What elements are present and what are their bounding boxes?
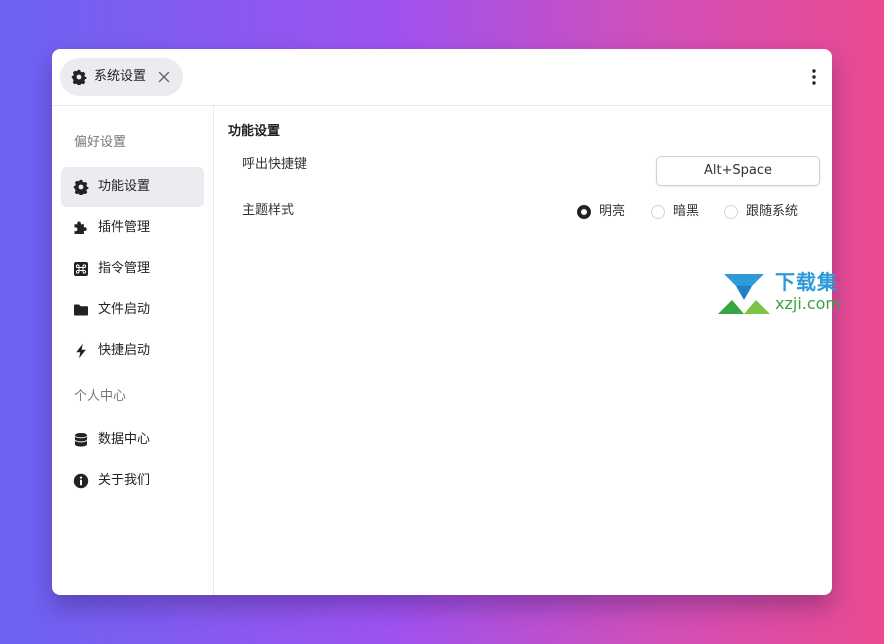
theme-radio-dark[interactable]: 暗黑 bbox=[651, 203, 703, 221]
gear-icon bbox=[73, 179, 89, 195]
lightning-icon bbox=[76, 343, 86, 359]
download-arrow-logo-icon bbox=[718, 274, 770, 314]
watermark: 下载集 xzji.com bbox=[718, 270, 858, 318]
sidebar-item-label: 快捷启动 bbox=[98, 343, 151, 358]
page-title: 功能设置 bbox=[228, 124, 281, 139]
sidebar-item-label: 关于我们 bbox=[98, 473, 151, 488]
sidebar-item-plugin-management[interactable]: 插件管理 bbox=[61, 208, 204, 248]
radio-label: 跟随系统 bbox=[746, 204, 799, 219]
radio-label: 暗黑 bbox=[673, 204, 700, 219]
section-label-personal-center: 个人中心 bbox=[74, 389, 127, 404]
gear-icon bbox=[71, 69, 87, 85]
tab-label: 系统设置 bbox=[94, 69, 147, 84]
sidebar-item-command-management[interactable]: 指令管理 bbox=[61, 249, 204, 289]
radio-circle bbox=[651, 205, 665, 219]
sidebar-item-label: 数据中心 bbox=[98, 432, 151, 447]
sidebar-item-function-settings[interactable]: 功能设置 bbox=[61, 167, 204, 207]
radio-circle bbox=[724, 205, 738, 219]
sidebar-item-data-center[interactable]: 数据中心 bbox=[61, 420, 204, 460]
database-icon bbox=[75, 433, 87, 447]
radio-label: 明亮 bbox=[599, 204, 626, 219]
sidebar-item-about-us[interactable]: 关于我们 bbox=[61, 461, 204, 501]
folder-icon bbox=[74, 304, 88, 316]
sidebar-item-label: 指令管理 bbox=[98, 261, 151, 276]
tab-system-settings[interactable]: 系统设置 bbox=[60, 58, 183, 96]
sidebar-item-label: 功能设置 bbox=[98, 179, 151, 194]
sidebar-item-label: 插件管理 bbox=[98, 220, 151, 235]
radio-circle-checked bbox=[577, 205, 591, 219]
settings-window: 系统设置 偏好设置 功能设置 插件管理 指令管理 文件启动 快捷启动 个人中心 … bbox=[52, 49, 832, 595]
theme-radio-follow-system[interactable]: 跟随系统 bbox=[724, 203, 804, 221]
sidebar-item-quick-launch[interactable]: 快捷启动 bbox=[61, 331, 204, 371]
command-icon bbox=[74, 262, 88, 276]
close-icon[interactable] bbox=[156, 69, 172, 85]
main-panel: 功能设置 呼出快捷键 Alt+Space 主题样式 明亮 暗黑 跟随系统 bbox=[214, 106, 832, 595]
theme-label: 主题样式 bbox=[242, 203, 295, 218]
title-bar: 系统设置 bbox=[52, 49, 832, 106]
section-label-preferences: 偏好设置 bbox=[74, 135, 127, 150]
info-icon bbox=[73, 473, 89, 489]
sidebar-item-label: 文件启动 bbox=[98, 302, 151, 317]
watermark-cn: 下载集 bbox=[775, 270, 838, 294]
hotkey-label: 呼出快捷键 bbox=[242, 157, 308, 172]
sidebar: 偏好设置 功能设置 插件管理 指令管理 文件启动 快捷启动 个人中心 数据中心 … bbox=[52, 106, 214, 595]
more-vertical-icon[interactable] bbox=[804, 67, 824, 87]
watermark-url: xzji.com bbox=[775, 294, 842, 313]
sidebar-item-file-launch[interactable]: 文件启动 bbox=[61, 290, 204, 330]
theme-radio-light[interactable]: 明亮 bbox=[577, 203, 629, 221]
hotkey-input[interactable]: Alt+Space bbox=[656, 156, 820, 186]
puzzle-icon bbox=[74, 221, 87, 234]
